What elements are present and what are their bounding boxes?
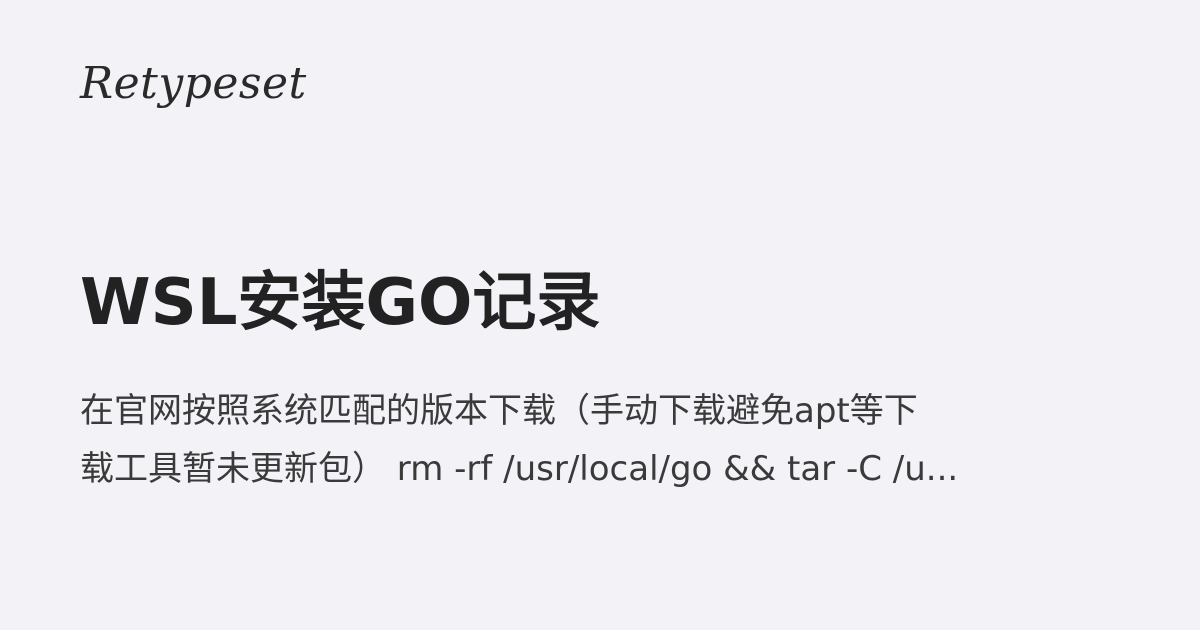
post-excerpt: 在官网按照系统匹配的版本下载（手动下载避免apt等下 载工具暂未更新包） rm … <box>80 382 1080 498</box>
post-excerpt-line-2: 载工具暂未更新包） rm -rf /usr/local/go && tar -C… <box>80 449 959 489</box>
og-card: Retypeset WSL安装GO记录 在官网按照系统匹配的版本下载（手动下载避… <box>0 0 1200 630</box>
post-title: WSL安装GO记录 <box>80 266 601 340</box>
site-logo: Retypeset <box>80 58 307 109</box>
post-excerpt-line-1: 在官网按照系统匹配的版本下载（手动下载避免apt等下 <box>80 391 918 431</box>
